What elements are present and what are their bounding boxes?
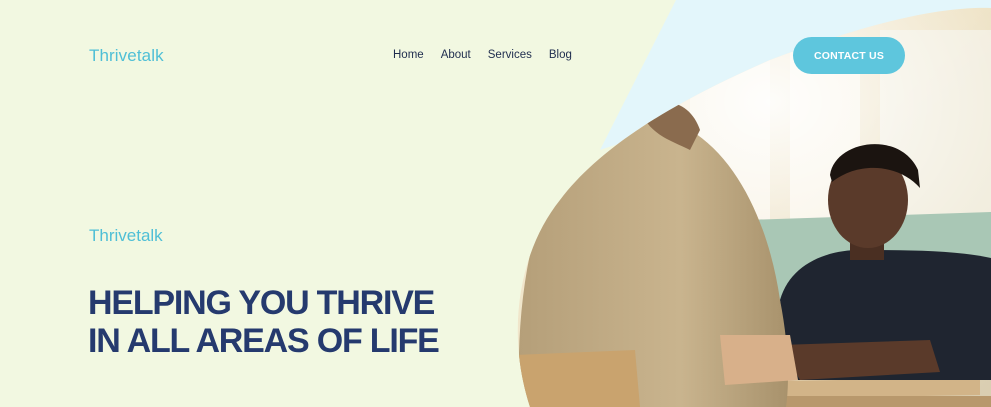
nav-services[interactable]: Services bbox=[488, 49, 532, 61]
hero-headline-line-1: HELPING YOU THRIVE bbox=[88, 284, 435, 322]
nav-home[interactable]: Home bbox=[393, 49, 424, 61]
hero-eyebrow: Thrivetalk bbox=[89, 226, 163, 245]
hero-headline-line-2: IN ALL AREAS OF LIFE bbox=[88, 322, 440, 360]
contact-us-button[interactable]: CONTACT US bbox=[793, 37, 905, 74]
brand-logo[interactable]: Thrivetalk bbox=[89, 46, 164, 66]
hero-headline: HELPING YOU THRIVE IN ALL AREAS OF LIFE bbox=[88, 284, 440, 360]
main-nav: Home About Services Blog bbox=[393, 49, 572, 61]
nav-about[interactable]: About bbox=[441, 49, 471, 61]
nav-blog[interactable]: Blog bbox=[549, 49, 572, 61]
